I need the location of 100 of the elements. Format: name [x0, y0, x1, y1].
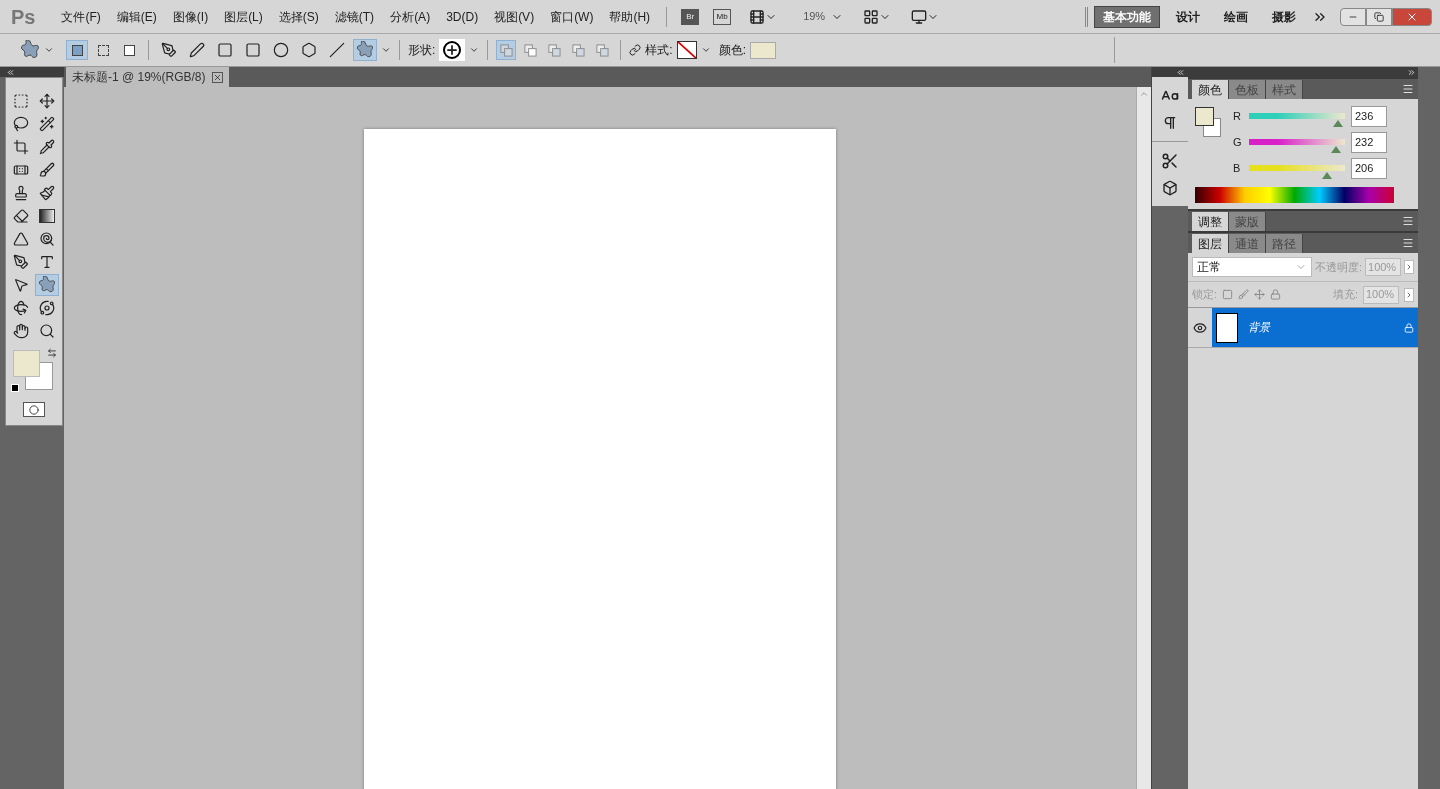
dashed-square-icon: [13, 93, 29, 109]
splat-shape-icon: [38, 276, 56, 294]
shape-picker[interactable]: [439, 39, 466, 61]
line-icon: [329, 42, 345, 58]
move-icon: [39, 93, 55, 109]
color-spectrum[interactable]: [1195, 187, 1394, 203]
menu-item[interactable]: 视图(V): [486, 7, 543, 26]
cube-icon[interactable]: [1162, 180, 1178, 196]
color-swatches[interactable]: [13, 350, 53, 390]
mini-bridge-button[interactable]: Mb: [713, 8, 732, 25]
eye-icon[interactable]: [1193, 320, 1207, 335]
zoom-icon: [39, 323, 55, 339]
slider-thumb[interactable]: [1332, 119, 1343, 127]
menu-item[interactable]: 3D(D): [438, 7, 487, 26]
caret-icon[interactable]: [700, 45, 711, 55]
square-icon: [97, 44, 109, 56]
bridge-button[interactable]: Br: [681, 8, 700, 25]
blend-mode-dropdown[interactable]: 正常: [1192, 257, 1312, 277]
workspace-tab[interactable]: 绘画: [1216, 5, 1256, 28]
minimize-button[interactable]: [1340, 7, 1366, 26]
collapse-icon[interactable]: [6, 67, 15, 77]
overlap-squares-icon: [595, 43, 609, 57]
expand-icon[interactable]: [1407, 67, 1416, 77]
paragraph-icon[interactable]: [1162, 115, 1178, 131]
lollipop-icon: [39, 231, 55, 247]
triangle-icon: [13, 231, 29, 247]
layer-thumbnail: [1216, 312, 1238, 343]
caret-icon[interactable]: [44, 45, 54, 55]
overlap-squares-icon: [571, 43, 585, 57]
type-icon: [39, 254, 55, 270]
ellipse-icon: [273, 42, 289, 58]
crop-icon: [13, 139, 29, 155]
workspace-tab[interactable]: 基本功能: [1094, 5, 1160, 28]
eyedropper-icon: [39, 139, 55, 155]
film-icon[interactable]: [749, 8, 766, 25]
panel-menu-icon[interactable]: [1402, 237, 1414, 249]
color-swatch[interactable]: [750, 41, 777, 59]
hand-icon: [13, 323, 29, 339]
mode-button[interactable]: [66, 40, 88, 60]
close-button[interactable]: [1392, 7, 1432, 26]
close-icon[interactable]: [211, 71, 223, 83]
bandage-icon: [13, 162, 29, 178]
menu-item[interactable]: 分析(A): [382, 7, 439, 26]
circle-icon: [29, 404, 39, 415]
circled-plus-icon: [443, 41, 462, 59]
document-tab[interactable]: 未标题-1 @ 19%(RGB/8): [66, 67, 229, 87]
menu-item[interactable]: 帮助(H): [601, 7, 659, 26]
document-title: 未标题-1 @ 19%(RGB/8): [72, 69, 206, 86]
panel-tab[interactable]: 颜色: [1192, 80, 1229, 99]
color-label: 颜色:: [718, 42, 747, 59]
layer-row[interactable]: 背景: [1212, 308, 1418, 347]
restore-button[interactable]: [1366, 7, 1392, 26]
channel-value-field[interactable]: 206: [1351, 157, 1387, 179]
quick-mask-button[interactable]: [23, 402, 45, 417]
workspace-tab[interactable]: 设计: [1168, 5, 1208, 28]
menu-item[interactable]: 编辑(E): [108, 7, 165, 26]
wand-icon: [39, 116, 55, 132]
default-colors-icon[interactable]: [11, 384, 19, 392]
pen-nib-icon: [13, 254, 29, 270]
hexagon-icon: [301, 42, 317, 58]
workspace-tab[interactable]: 摄影: [1264, 5, 1304, 28]
menu-item[interactable]: 窗口(W): [542, 7, 602, 26]
overlap-squares-icon: [499, 43, 513, 57]
square-icon: [123, 44, 135, 56]
panel-menu-icon[interactable]: [1402, 215, 1414, 227]
menu-item[interactable]: 选择(S): [270, 7, 327, 26]
collapse-icon[interactable]: [1176, 67, 1185, 77]
app-logo: Ps: [11, 4, 36, 30]
menu-item[interactable]: 滤镜(T): [326, 7, 383, 26]
swap-icon[interactable]: [47, 348, 57, 358]
pen-icon: [189, 42, 205, 58]
gradient-icon: [39, 209, 55, 223]
color-swatches[interactable]: [1195, 107, 1221, 137]
channel-value-field[interactable]: 232: [1351, 131, 1387, 153]
menu-item[interactable]: 图像(I): [164, 7, 217, 26]
zoom-dropdown[interactable]: 19%: [803, 8, 844, 25]
panel-menu-icon[interactable]: [1402, 83, 1414, 95]
square-icon: [71, 44, 83, 56]
layout-icon[interactable]: [863, 8, 880, 25]
channel-value-field[interactable]: 236: [1351, 105, 1387, 127]
overlap-squares-icon: [523, 43, 537, 57]
scrollbar[interactable]: [1136, 87, 1151, 789]
rounded-rectangle-icon: [245, 42, 261, 58]
slider-thumb[interactable]: [1331, 145, 1342, 153]
style-picker[interactable]: [676, 41, 697, 59]
no-style-icon: [677, 42, 696, 58]
restore-icon: [1374, 11, 1384, 22]
slider-thumb[interactable]: [1321, 171, 1332, 179]
caret-icon[interactable]: [469, 45, 480, 55]
menu-item[interactable]: 图层(L): [216, 7, 271, 26]
menu-item[interactable]: 文件(F): [53, 7, 109, 26]
stamp-icon: [13, 185, 29, 201]
layer-name: 背景: [1248, 320, 1270, 336]
blend-mode-value: 正常: [1197, 259, 1221, 276]
panel-tab[interactable]: 调整: [1192, 212, 1229, 231]
panel-tab[interactable]: 图层: [1192, 234, 1229, 253]
screen-icon[interactable]: [911, 8, 928, 25]
channel-label: B: [1233, 160, 1242, 176]
link-icon[interactable]: [629, 43, 642, 57]
caret-icon[interactable]: [381, 45, 391, 55]
